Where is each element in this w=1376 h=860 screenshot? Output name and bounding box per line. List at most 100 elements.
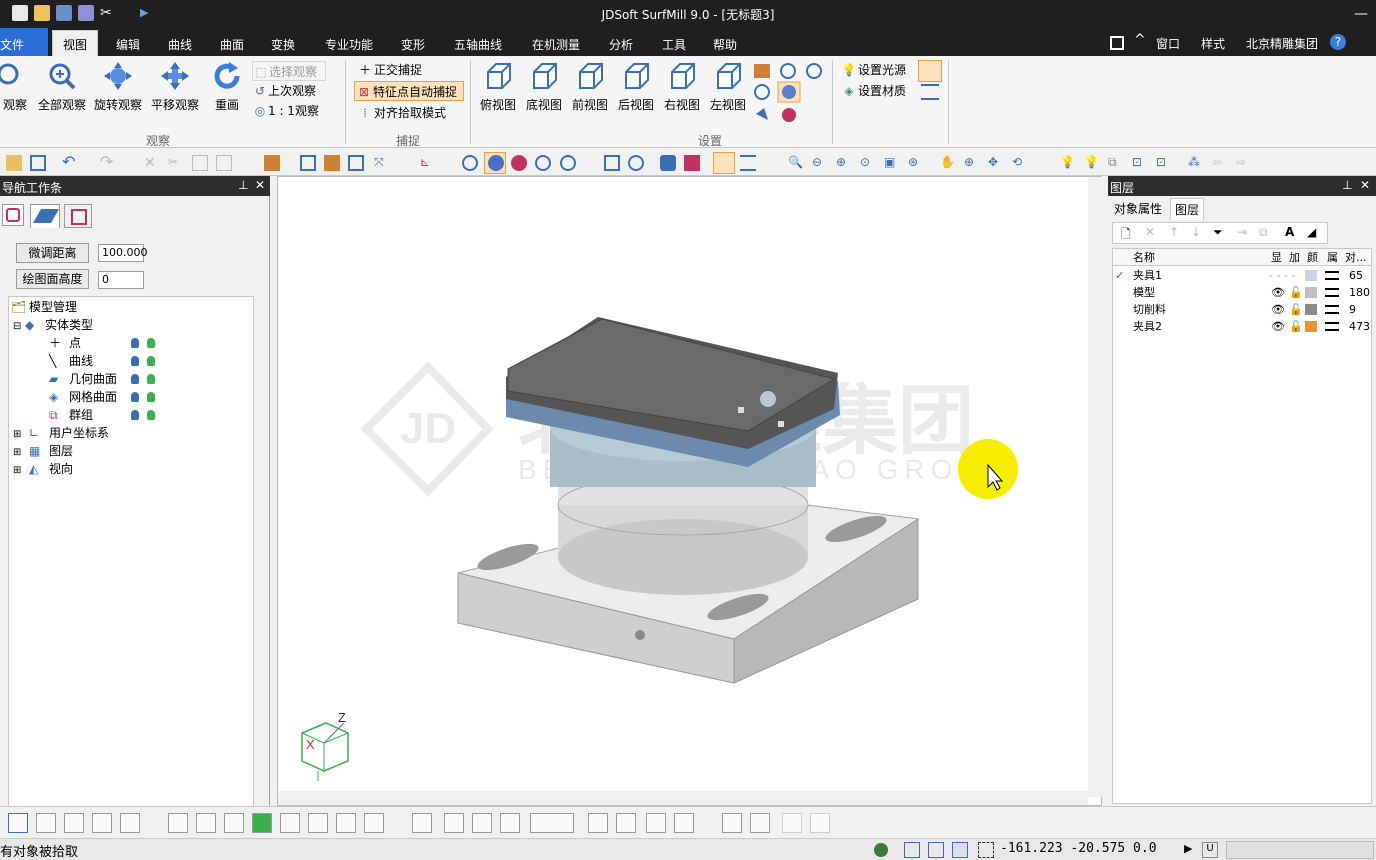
menu-onmachine-measure[interactable]: 在机测量 xyxy=(532,36,580,53)
zoom-window-icon[interactable]: 🔍 xyxy=(788,155,804,171)
menu-edit[interactable]: 编辑 xyxy=(116,36,140,53)
menu-five-axis-curve[interactable]: 五轴曲线 xyxy=(454,36,502,53)
zoom-prev-icon[interactable]: ⊙ xyxy=(860,155,876,171)
eye-icon[interactable]: 👁 xyxy=(1271,318,1285,335)
menu-company[interactable]: 北京精雕集团 xyxy=(1246,35,1318,52)
restore-icon[interactable] xyxy=(722,813,742,833)
point-snap-icon[interactable] xyxy=(168,813,188,833)
filter-a-icon[interactable] xyxy=(444,813,464,833)
filter-c-icon[interactable] xyxy=(500,813,520,833)
curve-select-icon[interactable] xyxy=(92,813,112,833)
active-bulb-icon[interactable] xyxy=(147,374,155,384)
solid-snap-icon[interactable] xyxy=(252,813,272,833)
view-select-icon[interactable] xyxy=(588,813,608,833)
line-style-icon[interactable] xyxy=(1325,271,1339,280)
material-sphere-icon[interactable] xyxy=(511,155,527,171)
move-icon[interactable]: ✥ xyxy=(988,155,1004,171)
select-filter-icon[interactable]: ⊡ xyxy=(1132,155,1148,171)
units-icon[interactable]: U xyxy=(1202,842,1218,858)
visible-bulb-icon[interactable] xyxy=(131,410,139,420)
sync-icon[interactable] xyxy=(874,843,888,857)
active-bulb-icon[interactable] xyxy=(147,392,155,402)
active-bulb-icon[interactable] xyxy=(147,410,155,420)
undo-icon[interactable]: ↶ xyxy=(62,154,78,171)
network-icon[interactable]: ⁂ xyxy=(1188,155,1204,171)
snap-settings-icon[interactable] xyxy=(918,60,942,82)
previous-observe-item[interactable]: ↺ 上次观察 xyxy=(252,81,316,101)
file-menu[interactable]: 文件 xyxy=(0,28,48,56)
col-color[interactable]: 颜 xyxy=(1307,249,1318,266)
layer-row[interactable]: 切削料 👁 🔓 9 xyxy=(1113,301,1371,318)
menu-help[interactable]: 帮助 xyxy=(713,36,737,53)
tree-root-model-management[interactable]: 🗂 模型管理 xyxy=(11,298,77,316)
feature-point-snap-item[interactable]: ⊠ 特征点自动捕捉 xyxy=(354,81,464,101)
menu-view[interactable]: 视图 xyxy=(52,30,99,56)
snap-toggle-icon[interactable] xyxy=(713,152,735,174)
clear-select-icon[interactable] xyxy=(810,813,830,833)
curve-snap-icon[interactable] xyxy=(196,813,216,833)
ortho-icon[interactable] xyxy=(928,842,944,858)
paste-icon[interactable] xyxy=(216,155,232,171)
layer-settings-icon[interactable] xyxy=(921,84,939,100)
chain-select-icon[interactable] xyxy=(64,813,84,833)
filter-funnel-icon[interactable] xyxy=(412,813,432,833)
horizontal-scrollbar[interactable] xyxy=(278,791,1088,805)
box-select-icon[interactable] xyxy=(36,813,56,833)
menu-curve[interactable]: 曲线 xyxy=(168,36,192,53)
copy-icon[interactable] xyxy=(192,155,208,171)
nav-tab-tools[interactable] xyxy=(64,204,92,228)
layer-color-swatch[interactable] xyxy=(1305,321,1317,332)
visible-bulb-icon[interactable] xyxy=(131,392,139,402)
ortho-snap-item[interactable]: ＋正交捕捉 xyxy=(356,60,422,80)
back-arrow-icon[interactable]: ⇦ xyxy=(1212,155,1228,171)
copy-layer-icon[interactable]: ⧉ xyxy=(1259,225,1268,240)
unlock-icon[interactable]: 🔓 xyxy=(1289,301,1303,318)
coord-icon[interactable]: ⤧ xyxy=(374,155,390,171)
menu-tools[interactable]: 工具 xyxy=(662,36,686,53)
collapse-ribbon-icon[interactable]: ^ xyxy=(1134,32,1146,48)
vertex-select-icon[interactable] xyxy=(336,813,356,833)
menu-style[interactable]: 样式 xyxy=(1201,35,1225,52)
shaded-cube-icon[interactable] xyxy=(324,155,340,171)
tree-entity-type[interactable]: ⊟ ◆ 实体类型 xyxy=(13,316,93,334)
back-view-button[interactable]: 后视图 xyxy=(616,60,656,113)
iso-cube-icon[interactable] xyxy=(348,155,364,171)
col-attr[interactable]: 属 xyxy=(1327,249,1338,266)
globe-icon[interactable] xyxy=(560,155,576,171)
collapse-icon[interactable]: ⊟ xyxy=(13,318,25,336)
grid-icon[interactable] xyxy=(904,842,920,858)
unlock-icon[interactable]: 🔓 xyxy=(1289,284,1303,301)
filter-icon[interactable]: ⏷ xyxy=(1213,225,1223,240)
redraw-button[interactable]: 重画 xyxy=(206,60,248,113)
vertical-scrollbar[interactable] xyxy=(1088,177,1102,797)
layer-row[interactable]: ✓ 夹具1 - - - - 65 xyxy=(1113,267,1371,284)
tree-user-coordinate-system[interactable]: ⊞ ∟ 用户坐标系 xyxy=(13,424,109,442)
full-observe-button[interactable]: 全部观察 xyxy=(36,60,88,113)
layer-color-swatch[interactable] xyxy=(1305,304,1317,315)
zoom-fit-icon[interactable]: ▣ xyxy=(884,155,900,171)
set-material-item[interactable]: ◈ 设置材质 xyxy=(840,81,906,101)
edge-select-icon[interactable] xyxy=(308,813,328,833)
open-icon[interactable] xyxy=(6,155,22,171)
front-view-button[interactable]: 前视图 xyxy=(570,60,610,113)
play-icon[interactable]: ▶ xyxy=(1184,842,1198,858)
viewport-canvas[interactable]: JD 北京精雕集团 BEIJING JINGDIAO GROUP xyxy=(278,177,1103,807)
one-to-one-observe-item[interactable]: ◎ 1 : 1观察 xyxy=(252,101,319,121)
section-icon[interactable] xyxy=(660,155,676,171)
tab-object-properties[interactable]: 对象属性 xyxy=(1112,200,1164,217)
move-up-icon[interactable]: ↑ xyxy=(1169,225,1179,239)
shading-mode-icons[interactable] xyxy=(752,62,830,126)
visible-bulb-icon[interactable] xyxy=(131,374,139,384)
close-icon[interactable]: ✕ xyxy=(1360,178,1370,192)
layer-color-swatch[interactable] xyxy=(1305,287,1317,298)
tree-item-point[interactable]: ＋点 xyxy=(49,334,249,352)
layer-copy-icon[interactable]: ⧉ xyxy=(1108,155,1124,171)
color-filter-icon[interactable] xyxy=(674,813,694,833)
align-pick-mode-item[interactable]: ⁞ 对齐拾取模式 xyxy=(356,103,446,123)
filter-b-icon[interactable] xyxy=(472,813,492,833)
pick-arrow-icon[interactable] xyxy=(8,813,28,833)
col-name[interactable]: 名称 xyxy=(1133,249,1155,266)
col-lock[interactable]: 加 xyxy=(1289,249,1300,266)
fine-tune-distance-button[interactable]: 微调距离 xyxy=(16,243,89,263)
delete-layer-icon[interactable]: ✕ xyxy=(1145,225,1155,239)
